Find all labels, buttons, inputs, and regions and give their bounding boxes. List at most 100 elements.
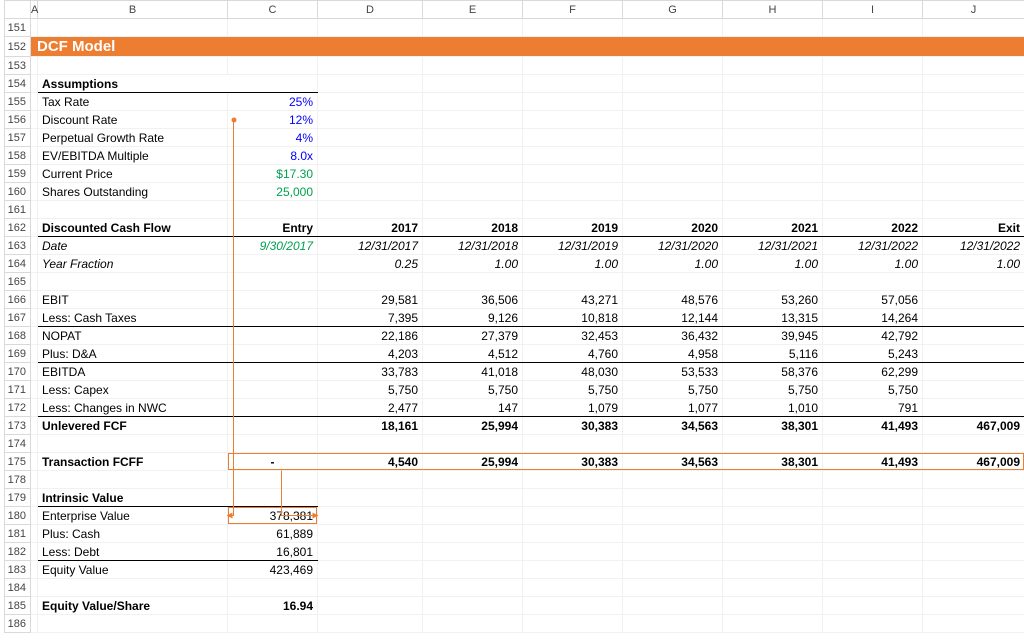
yearfrac-label[interactable]: Year Fraction bbox=[38, 255, 228, 273]
row-181[interactable]: 181 bbox=[5, 525, 31, 543]
dcf-line-value[interactable]: 147 bbox=[423, 399, 523, 417]
intrinsic-label[interactable]: Enterprise Value bbox=[38, 507, 228, 525]
yearfrac-value[interactable]: 1.00 bbox=[723, 255, 823, 273]
intrinsic-value[interactable]: 61,889 bbox=[228, 525, 318, 543]
row-155[interactable]: 155 bbox=[5, 93, 31, 111]
row-158[interactable]: 158 bbox=[5, 147, 31, 165]
unlevered-fcf-value[interactable]: 41,493 bbox=[823, 417, 923, 435]
row-174[interactable]: 174 bbox=[5, 435, 31, 453]
date-value[interactable]: 12/31/2019 bbox=[523, 237, 623, 255]
dcf-line-value[interactable]: 2,477 bbox=[318, 399, 423, 417]
worksheet-grid[interactable]: A B C D E F G H I J 151152DCF Model15315… bbox=[4, 0, 1024, 633]
assumption-label[interactable]: Discount Rate bbox=[38, 111, 228, 129]
yearfrac-value[interactable]: 1.00 bbox=[423, 255, 523, 273]
intrinsic-label[interactable]: Plus: Cash bbox=[38, 525, 228, 543]
dcf-line-value[interactable]: 5,750 bbox=[823, 381, 923, 399]
intrinsic-value[interactable]: 378,381 bbox=[228, 507, 318, 525]
row-167[interactable]: 167 bbox=[5, 309, 31, 327]
row-163[interactable]: 163 bbox=[5, 237, 31, 255]
dcf-line-value[interactable]: 41,018 bbox=[423, 363, 523, 381]
dcf-line-value[interactable]: 29,581 bbox=[318, 291, 423, 309]
row-160[interactable]: 160 bbox=[5, 183, 31, 201]
row-154[interactable]: 154 bbox=[5, 75, 31, 93]
section-title[interactable]: DCF Model bbox=[31, 37, 1024, 57]
dcf-line-value[interactable]: 7,395 bbox=[318, 309, 423, 327]
dcf-line-value[interactable]: 48,576 bbox=[623, 291, 723, 309]
date-label[interactable]: Date bbox=[38, 237, 228, 255]
yearfrac-value[interactable]: 1.00 bbox=[623, 255, 723, 273]
transaction-fcff-value[interactable]: 41,493 bbox=[823, 453, 923, 471]
dcf-line-value[interactable]: 9,126 bbox=[423, 309, 523, 327]
row-183[interactable]: 183 bbox=[5, 561, 31, 579]
dcf-line-value[interactable]: 27,379 bbox=[423, 327, 523, 345]
assumption-value[interactable]: 4% bbox=[228, 129, 318, 147]
dcf-line-label[interactable]: EBIT bbox=[38, 291, 228, 309]
dcf-line-value[interactable]: 5,750 bbox=[423, 381, 523, 399]
col-F[interactable]: F bbox=[523, 1, 623, 19]
assumption-value[interactable]: 8.0x bbox=[228, 147, 318, 165]
dcf-line-value[interactable]: 4,203 bbox=[318, 345, 423, 363]
row-162[interactable]: 162 bbox=[5, 219, 31, 237]
intrinsic-heading[interactable]: Intrinsic Value bbox=[38, 489, 318, 507]
transaction-fcff-value[interactable]: 467,009 bbox=[923, 453, 1024, 471]
intrinsic-label[interactable]: Less: Debt bbox=[38, 543, 228, 561]
row-186[interactable]: 186 bbox=[5, 615, 31, 633]
dcf-line-label[interactable]: Less: Cash Taxes bbox=[38, 309, 228, 327]
row-178[interactable]: 178 bbox=[5, 471, 31, 489]
yearfrac-value[interactable]: 1.00 bbox=[923, 255, 1024, 273]
dcf-line-value[interactable]: 48,030 bbox=[523, 363, 623, 381]
assumptions-heading[interactable]: Assumptions bbox=[38, 75, 318, 93]
row-166[interactable]: 166 bbox=[5, 291, 31, 309]
unlevered-fcf-value[interactable]: 18,161 bbox=[318, 417, 423, 435]
col-H[interactable]: H bbox=[723, 1, 823, 19]
unlevered-fcf-value[interactable]: 38,301 bbox=[723, 417, 823, 435]
period-header[interactable]: 2019 bbox=[523, 219, 623, 237]
intrinsic-label[interactable]: Equity Value bbox=[38, 561, 228, 579]
row-157[interactable]: 157 bbox=[5, 129, 31, 147]
col-J[interactable]: J bbox=[923, 1, 1024, 19]
assumption-label[interactable]: Shares Outstanding bbox=[38, 183, 228, 201]
transaction-fcff-entry[interactable]: - bbox=[228, 453, 318, 471]
dcf-line-value[interactable]: 5,116 bbox=[723, 345, 823, 363]
yearfrac-value[interactable]: 1.00 bbox=[523, 255, 623, 273]
transaction-fcff-value[interactable]: 30,383 bbox=[523, 453, 623, 471]
col-C[interactable]: C bbox=[228, 1, 318, 19]
equity-value-per-share-label[interactable]: Equity Value/Share bbox=[38, 597, 228, 615]
assumption-label[interactable]: Tax Rate bbox=[38, 93, 228, 111]
dcf-heading[interactable]: Discounted Cash Flow bbox=[38, 219, 228, 237]
dcf-line-label[interactable]: Less: Changes in NWC bbox=[38, 399, 228, 417]
transaction-fcff-value[interactable]: 4,540 bbox=[318, 453, 423, 471]
unlevered-fcf-value[interactable]: 467,009 bbox=[923, 417, 1024, 435]
dcf-line-value[interactable]: 58,376 bbox=[723, 363, 823, 381]
date-value[interactable]: 12/31/2020 bbox=[623, 237, 723, 255]
dcf-line-value[interactable]: 14,264 bbox=[823, 309, 923, 327]
dcf-line-value[interactable]: 57,056 bbox=[823, 291, 923, 309]
row-164[interactable]: 164 bbox=[5, 255, 31, 273]
date-value[interactable]: 12/31/2022 bbox=[923, 237, 1024, 255]
yearfrac-value[interactable]: 1.00 bbox=[823, 255, 923, 273]
assumption-value[interactable]: 12% bbox=[228, 111, 318, 129]
dcf-line-value[interactable]: 5,750 bbox=[723, 381, 823, 399]
equity-value-per-share-value[interactable]: 16.94 bbox=[228, 597, 318, 615]
period-header[interactable]: 2018 bbox=[423, 219, 523, 237]
assumption-value[interactable]: 25,000 bbox=[228, 183, 318, 201]
dcf-line-value[interactable]: 36,432 bbox=[623, 327, 723, 345]
row-172[interactable]: 172 bbox=[5, 399, 31, 417]
transaction-fcff-value[interactable]: 38,301 bbox=[723, 453, 823, 471]
transaction-fcff-value[interactable]: 34,563 bbox=[623, 453, 723, 471]
assumption-label[interactable]: Perpetual Growth Rate bbox=[38, 129, 228, 147]
dcf-line-value[interactable]: 62,299 bbox=[823, 363, 923, 381]
dcf-line-value[interactable]: 43,271 bbox=[523, 291, 623, 309]
period-header[interactable]: 2021 bbox=[723, 219, 823, 237]
transaction-fcff-value[interactable]: 25,994 bbox=[423, 453, 523, 471]
period-header[interactable]: 2017 bbox=[318, 219, 423, 237]
dcf-line-value[interactable]: 4,760 bbox=[523, 345, 623, 363]
date-value[interactable]: 12/31/2021 bbox=[723, 237, 823, 255]
dcf-line-value[interactable]: 42,792 bbox=[823, 327, 923, 345]
dcf-line-value[interactable]: 32,453 bbox=[523, 327, 623, 345]
dcf-line-value[interactable]: 4,512 bbox=[423, 345, 523, 363]
yearfrac-value[interactable] bbox=[228, 255, 318, 273]
dcf-line-value[interactable]: 1,077 bbox=[623, 399, 723, 417]
corner-cell[interactable] bbox=[5, 1, 31, 19]
row-175[interactable]: 175 bbox=[5, 453, 31, 471]
